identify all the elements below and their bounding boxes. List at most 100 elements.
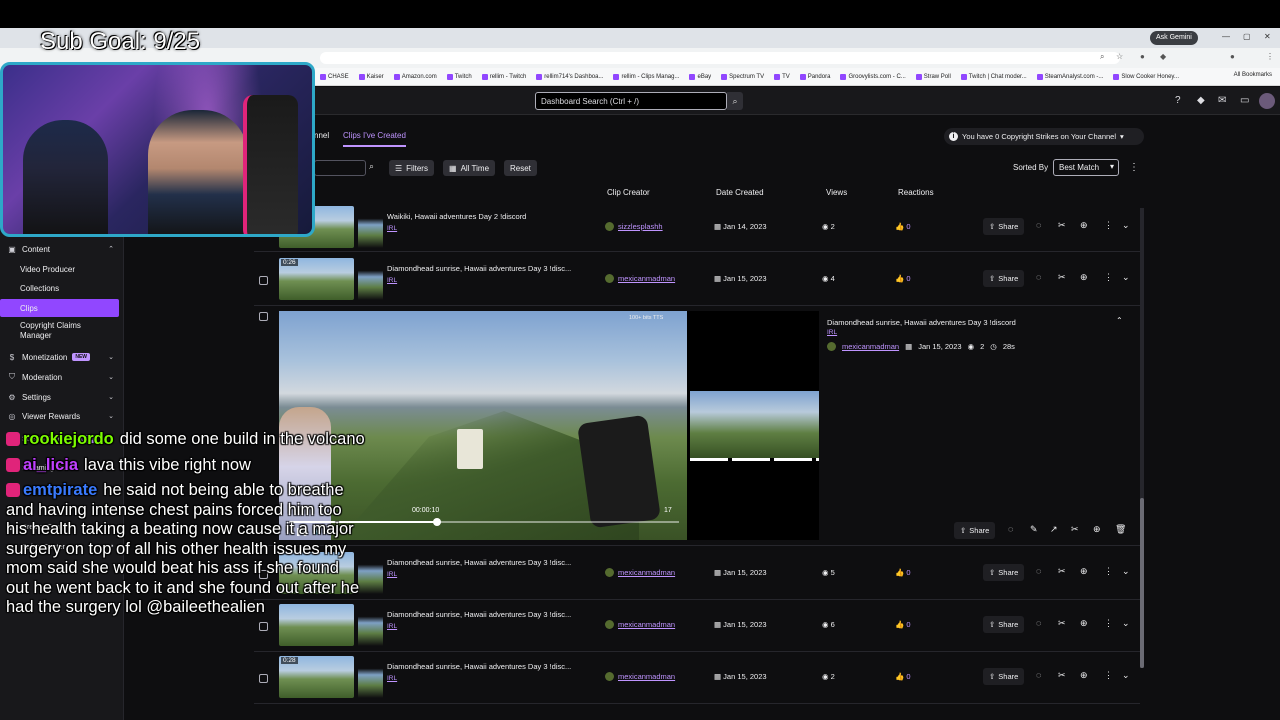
bookmark-item[interactable]: Slow Cooker Honey... <box>1113 73 1179 80</box>
scrollbar-thumb[interactable] <box>1140 498 1144 668</box>
bookmark-item[interactable]: Spectrum TV <box>721 73 764 80</box>
clip-title[interactable]: Waikiki, Hawaii adventures Day 2 !discor… <box>387 212 597 221</box>
add-icon[interactable]: ⊕ <box>1080 670 1088 681</box>
gem-icon[interactable]: ◆ <box>1197 95 1205 106</box>
row-checkbox[interactable] <box>259 312 268 321</box>
star-icon[interactable]: ☆ <box>1116 52 1123 61</box>
more-options-icon[interactable]: ⋮ <box>1104 566 1113 577</box>
row-checkbox[interactable] <box>259 674 268 683</box>
col-clip-creator[interactable]: Clip Creator <box>607 188 650 197</box>
share-button[interactable]: ⇧ Share <box>983 270 1025 287</box>
clip-category[interactable]: IRL <box>387 277 397 284</box>
creator-name[interactable]: sizzlesplashh <box>618 222 663 231</box>
filters-button[interactable]: ☰ Filters <box>389 160 434 176</box>
sort-select[interactable]: Best Match <box>1053 159 1119 176</box>
bookmark-item[interactable]: TV <box>774 73 790 80</box>
creator-name[interactable]: mexicanmadman <box>618 672 675 681</box>
creator-name[interactable]: mexicanmadman <box>618 274 675 283</box>
bookmark-item[interactable]: Straw Poll <box>915 73 951 80</box>
scissors-icon[interactable]: ✂ <box>1058 618 1066 629</box>
chevron-up-icon[interactable]: ⌃ <box>1116 316 1123 325</box>
clip-title[interactable]: Diamondhead sunrise, Hawaii adventures D… <box>387 558 597 567</box>
menu-icon[interactable]: ⋮ <box>1266 52 1274 61</box>
creator-name[interactable]: mexicanmadman <box>618 620 675 629</box>
download-icon[interactable]: ⊕ <box>1093 524 1101 535</box>
url-field[interactable] <box>320 52 1120 64</box>
scrollbar[interactable] <box>1140 208 1144 668</box>
all-time-button[interactable]: ▦ All Time <box>443 160 496 176</box>
creator-name[interactable]: mexicanmadman <box>618 568 675 577</box>
chevron-down-icon[interactable]: ⌄ <box>1122 272 1130 283</box>
more-options-icon[interactable]: ⋮ <box>1104 618 1113 629</box>
scissors-icon[interactable]: ✂ <box>1058 670 1066 681</box>
clip-reactions[interactable]: 👍 0 <box>895 620 911 629</box>
clip-category[interactable]: IRL <box>387 623 397 630</box>
search-icon[interactable]: ⌕ <box>369 161 374 172</box>
profile-icon[interactable]: ● <box>1230 52 1235 61</box>
scissors-icon[interactable]: ✂ <box>1058 272 1066 283</box>
clip-search-input[interactable] <box>314 160 366 176</box>
extension-icon[interactable]: ◆ <box>1160 52 1166 61</box>
more-options-icon[interactable]: ⋮ <box>1129 162 1139 173</box>
expanded-creator[interactable]: mexicanmadman <box>842 342 899 351</box>
share-button[interactable]: ⇧ Share <box>983 668 1025 685</box>
bookmark-item[interactable]: Twitch <box>446 73 472 80</box>
share-button[interactable]: ⇧ Share <box>983 616 1025 633</box>
extension-icon[interactable]: ● <box>1140 52 1145 61</box>
sidebar-item-copyright-claims[interactable]: Copyright Claims Manager <box>0 318 110 344</box>
col-views[interactable]: Views <box>826 188 847 197</box>
clip-creator[interactable]: mexicanmadman <box>605 620 675 629</box>
clip-category[interactable]: IRL <box>387 675 397 682</box>
chevron-down-icon[interactable]: ⌄ <box>1122 566 1130 577</box>
scissors-icon[interactable]: ✂ <box>1058 566 1066 577</box>
chevron-down-icon[interactable]: ⌄ <box>1122 220 1130 231</box>
share-button[interactable]: ⇧ Share <box>983 218 1025 235</box>
more-options-icon[interactable]: ⋮ <box>1104 670 1113 681</box>
scissors-icon[interactable]: ✂ <box>1058 220 1066 231</box>
copyright-strikes-dropdown[interactable]: i You have 0 Copyright Strikes on Your Ch… <box>944 128 1144 145</box>
clip-title[interactable]: Diamondhead sunrise, Hawaii adventures D… <box>387 610 597 619</box>
col-date-created[interactable]: Date Created <box>716 188 764 197</box>
scissors-icon[interactable]: ✂ <box>1071 524 1079 535</box>
edit-icon[interactable]: ✎ <box>1030 524 1038 535</box>
clip-title[interactable]: Diamondhead sunrise, Hawaii adventures D… <box>387 264 597 273</box>
bookmark-item[interactable]: Pandora <box>799 73 830 80</box>
maximize-icon[interactable]: ▢ <box>1243 32 1251 41</box>
clip-reactions[interactable]: 👍 0 <box>895 222 911 231</box>
more-options-icon[interactable]: ⋮ <box>1104 272 1113 283</box>
share-button[interactable]: ⇧ Share <box>983 564 1025 581</box>
clip-category[interactable]: IRL <box>387 225 397 232</box>
chevron-down-icon[interactable]: ⌄ <box>1122 670 1130 681</box>
add-icon[interactable]: ⊕ <box>1080 220 1088 231</box>
sidebar-item-monetization[interactable]: $ Monetization NEW ⌄ <box>0 348 124 366</box>
clip-creator[interactable]: mexicanmadman <box>605 672 675 681</box>
bookmark-item[interactable]: Amazon.com <box>393 73 437 80</box>
clip-creator[interactable]: sizzlesplashh <box>605 222 663 231</box>
expanded-category[interactable]: IRL <box>827 329 837 336</box>
bookmark-item[interactable]: rellim714's Dashboa... <box>536 73 603 80</box>
tab-channel-clips[interactable]: nnel <box>314 131 329 140</box>
bookmark-item[interactable]: Kaiser <box>358 73 384 80</box>
dashboard-search-input[interactable]: Dashboard Search (Ctrl + /) <box>535 92 727 110</box>
sidebar-item-content[interactable]: ▣ Content ⌃ <box>0 240 124 258</box>
external-link-icon[interactable]: ↗ <box>1050 524 1058 535</box>
reset-button[interactable]: Reset <box>504 160 537 176</box>
sidebar-item-video-producer[interactable]: Video Producer <box>0 260 124 278</box>
sidebar-item-viewer-rewards[interactable]: ◎ Viewer Rewards ⌄ <box>0 407 124 425</box>
clip-reactions[interactable]: 👍 0 <box>895 672 911 681</box>
sidebar-item-collections[interactable]: Collections <box>0 279 124 297</box>
clip-creator[interactable]: mexicanmadman <box>605 274 675 283</box>
ask-gemini-button[interactable]: Ask Gemini <box>1150 31 1198 45</box>
add-icon[interactable]: ⊕ <box>1080 272 1088 283</box>
col-reactions[interactable]: Reactions <box>898 188 934 197</box>
help-icon[interactable]: ? <box>1175 95 1181 106</box>
sidebar-item-moderation[interactable]: ⛉ Moderation ⌄ <box>0 368 124 386</box>
chevron-down-icon[interactable]: ⌄ <box>1122 618 1130 629</box>
minimize-icon[interactable]: — <box>1222 32 1230 41</box>
notifications-icon[interactable]: ▭ <box>1240 95 1249 106</box>
zoom-icon[interactable]: ⌕ <box>1100 52 1104 62</box>
sidebar-item-settings[interactable]: ⚙ Settings ⌄ <box>0 388 124 406</box>
tab-clips-ive-created[interactable]: Clips I've Created <box>343 131 406 147</box>
sidebar-item-clips[interactable]: Clips <box>0 299 119 317</box>
bookmark-item[interactable]: Twitch | Chat moder... <box>960 73 1027 80</box>
